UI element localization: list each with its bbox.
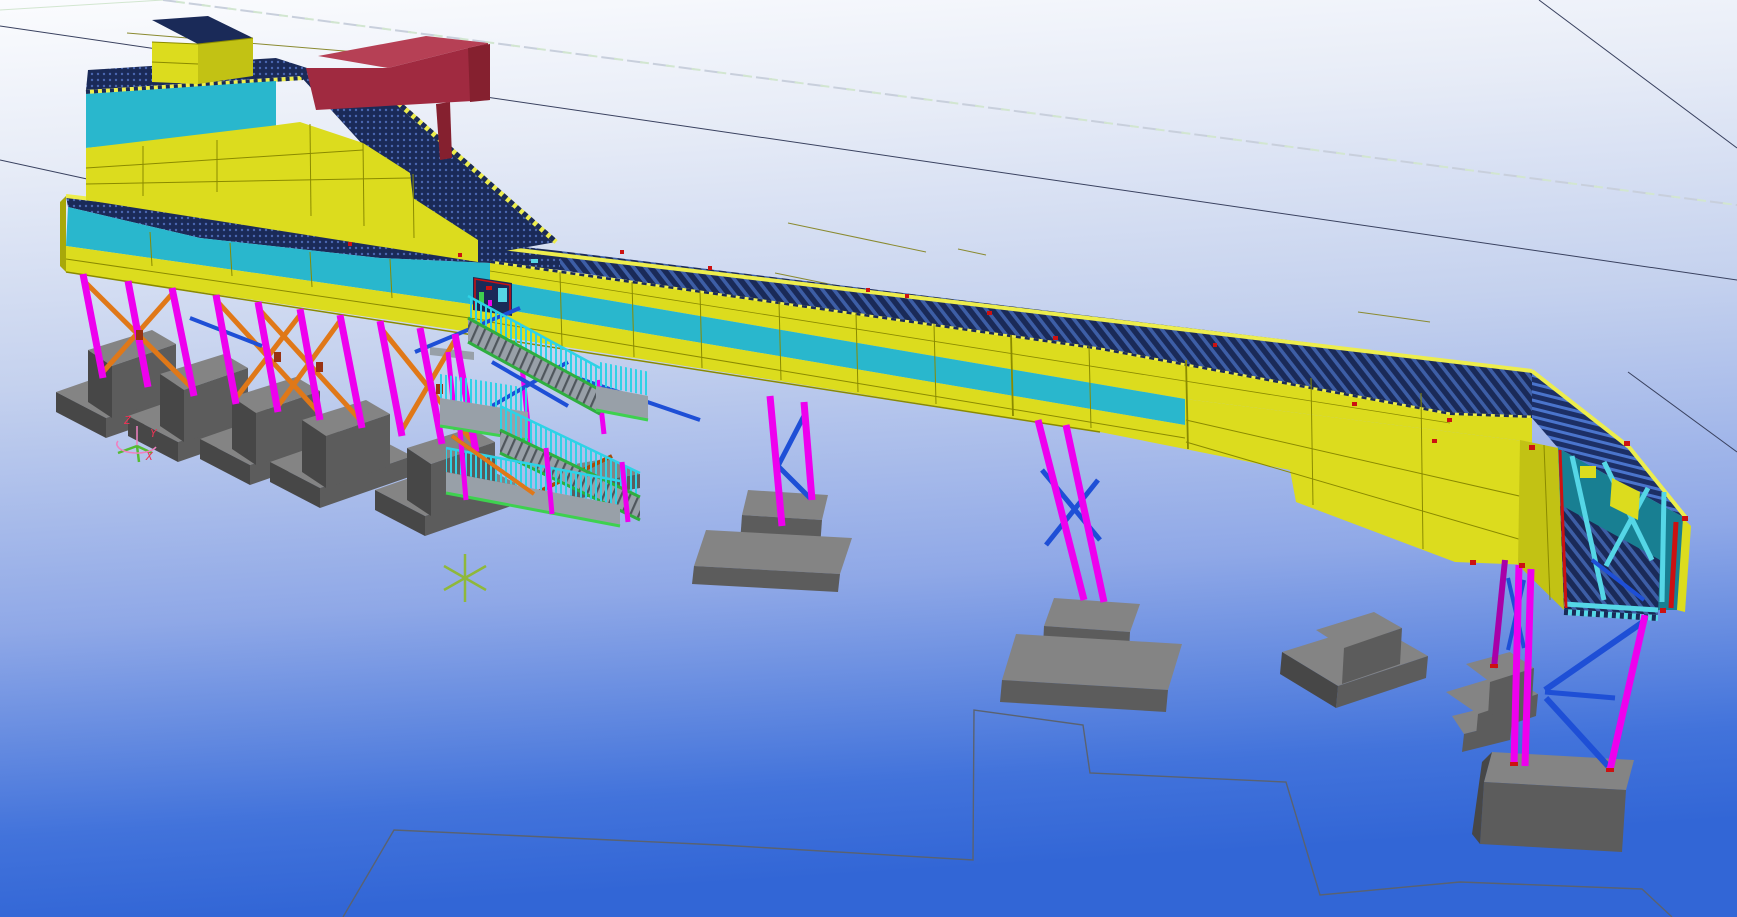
chute-side xyxy=(468,44,490,102)
baseplate xyxy=(1510,762,1518,766)
penthouse-side xyxy=(198,38,253,84)
deck-red-clip xyxy=(348,242,352,246)
model-viewport[interactable]: Z Y X xyxy=(0,0,1737,917)
ucs-z-label: Z xyxy=(123,414,131,427)
end-house-inner-yellow xyxy=(1580,466,1596,478)
deck-red-clip xyxy=(458,253,462,257)
baseplate xyxy=(1606,768,1614,772)
baseplate xyxy=(1490,664,1498,668)
gallery-left-endcap xyxy=(60,196,66,272)
roof-detail-cyan xyxy=(531,259,538,263)
